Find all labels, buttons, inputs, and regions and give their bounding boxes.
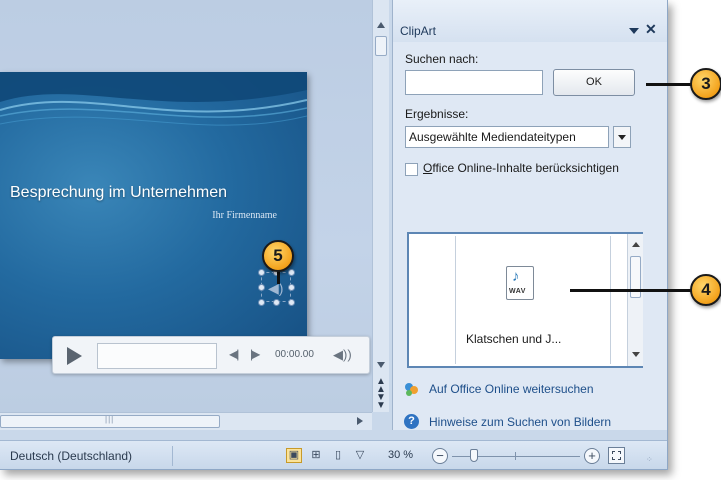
search-office-online-link[interactable]: Auf Office Online weitersuchen <box>429 382 594 396</box>
callout-line <box>277 270 280 284</box>
slide-canvas[interactable]: Besprechung im Unternehmen Ihr Firmennam… <box>0 72 307 359</box>
search-label: Suchen nach: <box>405 52 479 66</box>
scroll-thumb[interactable] <box>375 36 387 56</box>
callout-badge-4: 4 <box>690 274 721 306</box>
resize-grip-icon[interactable]: ⁘ <box>646 455 654 464</box>
clipart-results-list[interactable]: ♪ WAV Klatschen und J... <box>407 232 643 368</box>
resize-handle[interactable] <box>288 269 295 276</box>
media-type-select[interactable]: Ausgewählte Mediendateitypen <box>405 126 609 148</box>
resize-handle[interactable] <box>273 299 280 306</box>
normal-view-icon[interactable]: ▣ <box>286 448 302 463</box>
seek-bar[interactable] <box>97 343 217 369</box>
speaker-icon: ◀) <box>268 280 284 296</box>
zoom-slider-thumb[interactable] <box>470 449 478 462</box>
clip-result-item[interactable]: ♪ WAV Klatschen und J... <box>455 236 611 364</box>
step-back-icon[interactable]: ◀| <box>229 347 239 361</box>
playback-time: 00:00.00 <box>275 349 314 360</box>
sound-object-selection[interactable]: ◀) <box>258 261 295 306</box>
office-online-icon <box>405 383 418 396</box>
next-slide-icon[interactable]: ▼ ▼ <box>376 393 386 411</box>
slide-editing-area[interactable]: Besprechung im Unternehmen Ihr Firmennam… <box>0 0 372 412</box>
slideshow-icon[interactable]: ▽ <box>352 448 368 463</box>
divider <box>172 446 173 466</box>
resize-handle[interactable] <box>258 284 265 291</box>
language-indicator[interactable]: Deutsch (Deutschland) <box>10 449 132 463</box>
powerpoint-window: Besprechung im Unternehmen Ihr Firmennam… <box>0 0 668 470</box>
play-icon[interactable] <box>67 347 82 365</box>
reading-view-icon[interactable]: ▯ <box>330 448 346 463</box>
step-forward-icon[interactable]: |▶ <box>250 347 260 361</box>
media-player-bar: ◀| |▶ 00:00.00 ◀)) <box>52 336 370 374</box>
scroll-right-icon[interactable] <box>357 417 363 425</box>
help-icon: ? <box>404 414 419 429</box>
music-note-icon: ♪ <box>512 268 520 285</box>
search-tips-link[interactable]: Hinweise zum Suchen von Bildern <box>429 415 611 429</box>
slide-title[interactable]: Besprechung im Unternehmen <box>10 184 227 202</box>
zoom-in-icon[interactable]: + <box>584 448 600 464</box>
pane-options-icon[interactable] <box>629 28 639 34</box>
callout-badge-3: 3 <box>690 68 721 100</box>
zoom-slider-midmark <box>515 452 516 460</box>
ok-button[interactable]: OK <box>553 69 635 96</box>
scroll-down-icon[interactable] <box>632 352 640 357</box>
resize-handle[interactable] <box>258 299 265 306</box>
editor-vertical-scrollbar[interactable]: ▲ ▲ ▼ ▼ <box>372 0 389 412</box>
search-input[interactable] <box>405 70 543 95</box>
grip-icon: ||| <box>105 415 115 424</box>
office-online-label[interactable]: Office Online-Inhalte berücksichtigen <box>423 161 619 175</box>
callout-badge-5: 5 <box>262 240 294 272</box>
zoom-level[interactable]: 30 % <box>388 449 413 461</box>
slide-sorter-icon[interactable]: ⊞ <box>308 448 324 463</box>
scroll-down-icon[interactable] <box>377 362 385 368</box>
fit-to-window-icon[interactable] <box>608 447 625 464</box>
results-scrollbar[interactable] <box>627 234 643 366</box>
pane-header: ClipArt ✕ <box>393 0 667 42</box>
office-online-checkbox[interactable] <box>405 163 418 176</box>
clipart-task-pane: ClipArt ✕ Suchen nach: OK Ergebnisse: Au… <box>392 0 667 430</box>
zoom-out-icon[interactable]: − <box>432 448 448 464</box>
results-label: Ergebnisse: <box>405 107 469 121</box>
office-online-label-text: ffice Online-Inhalte berücksichtigen <box>432 161 619 175</box>
status-bar: Deutsch (Deutschland) ▣ ⊞ ▯ ▽ 30 % − + ⁘ <box>0 440 667 469</box>
resize-handle[interactable] <box>258 269 265 276</box>
volume-icon[interactable]: ◀)) <box>333 347 352 363</box>
resize-handle[interactable] <box>288 299 295 306</box>
wav-file-icon: ♪ WAV <box>506 266 534 300</box>
callout-line <box>570 289 692 292</box>
callout-line <box>646 83 692 86</box>
close-icon[interactable]: ✕ <box>645 21 657 38</box>
scroll-up-icon[interactable] <box>377 22 385 28</box>
clip-name: Klatschen und J... <box>466 332 562 346</box>
pane-title: ClipArt <box>400 24 437 38</box>
scroll-up-icon[interactable] <box>632 242 640 247</box>
editor-horizontal-scrollbar[interactable]: ||| <box>0 412 372 430</box>
resize-handle[interactable] <box>288 284 295 291</box>
dropdown-arrow-icon[interactable] <box>613 126 631 148</box>
slide-subtitle[interactable]: Ihr Firmenname <box>212 210 277 221</box>
wav-label: WAV <box>509 288 526 295</box>
mnemonic-letter: O <box>423 161 433 175</box>
